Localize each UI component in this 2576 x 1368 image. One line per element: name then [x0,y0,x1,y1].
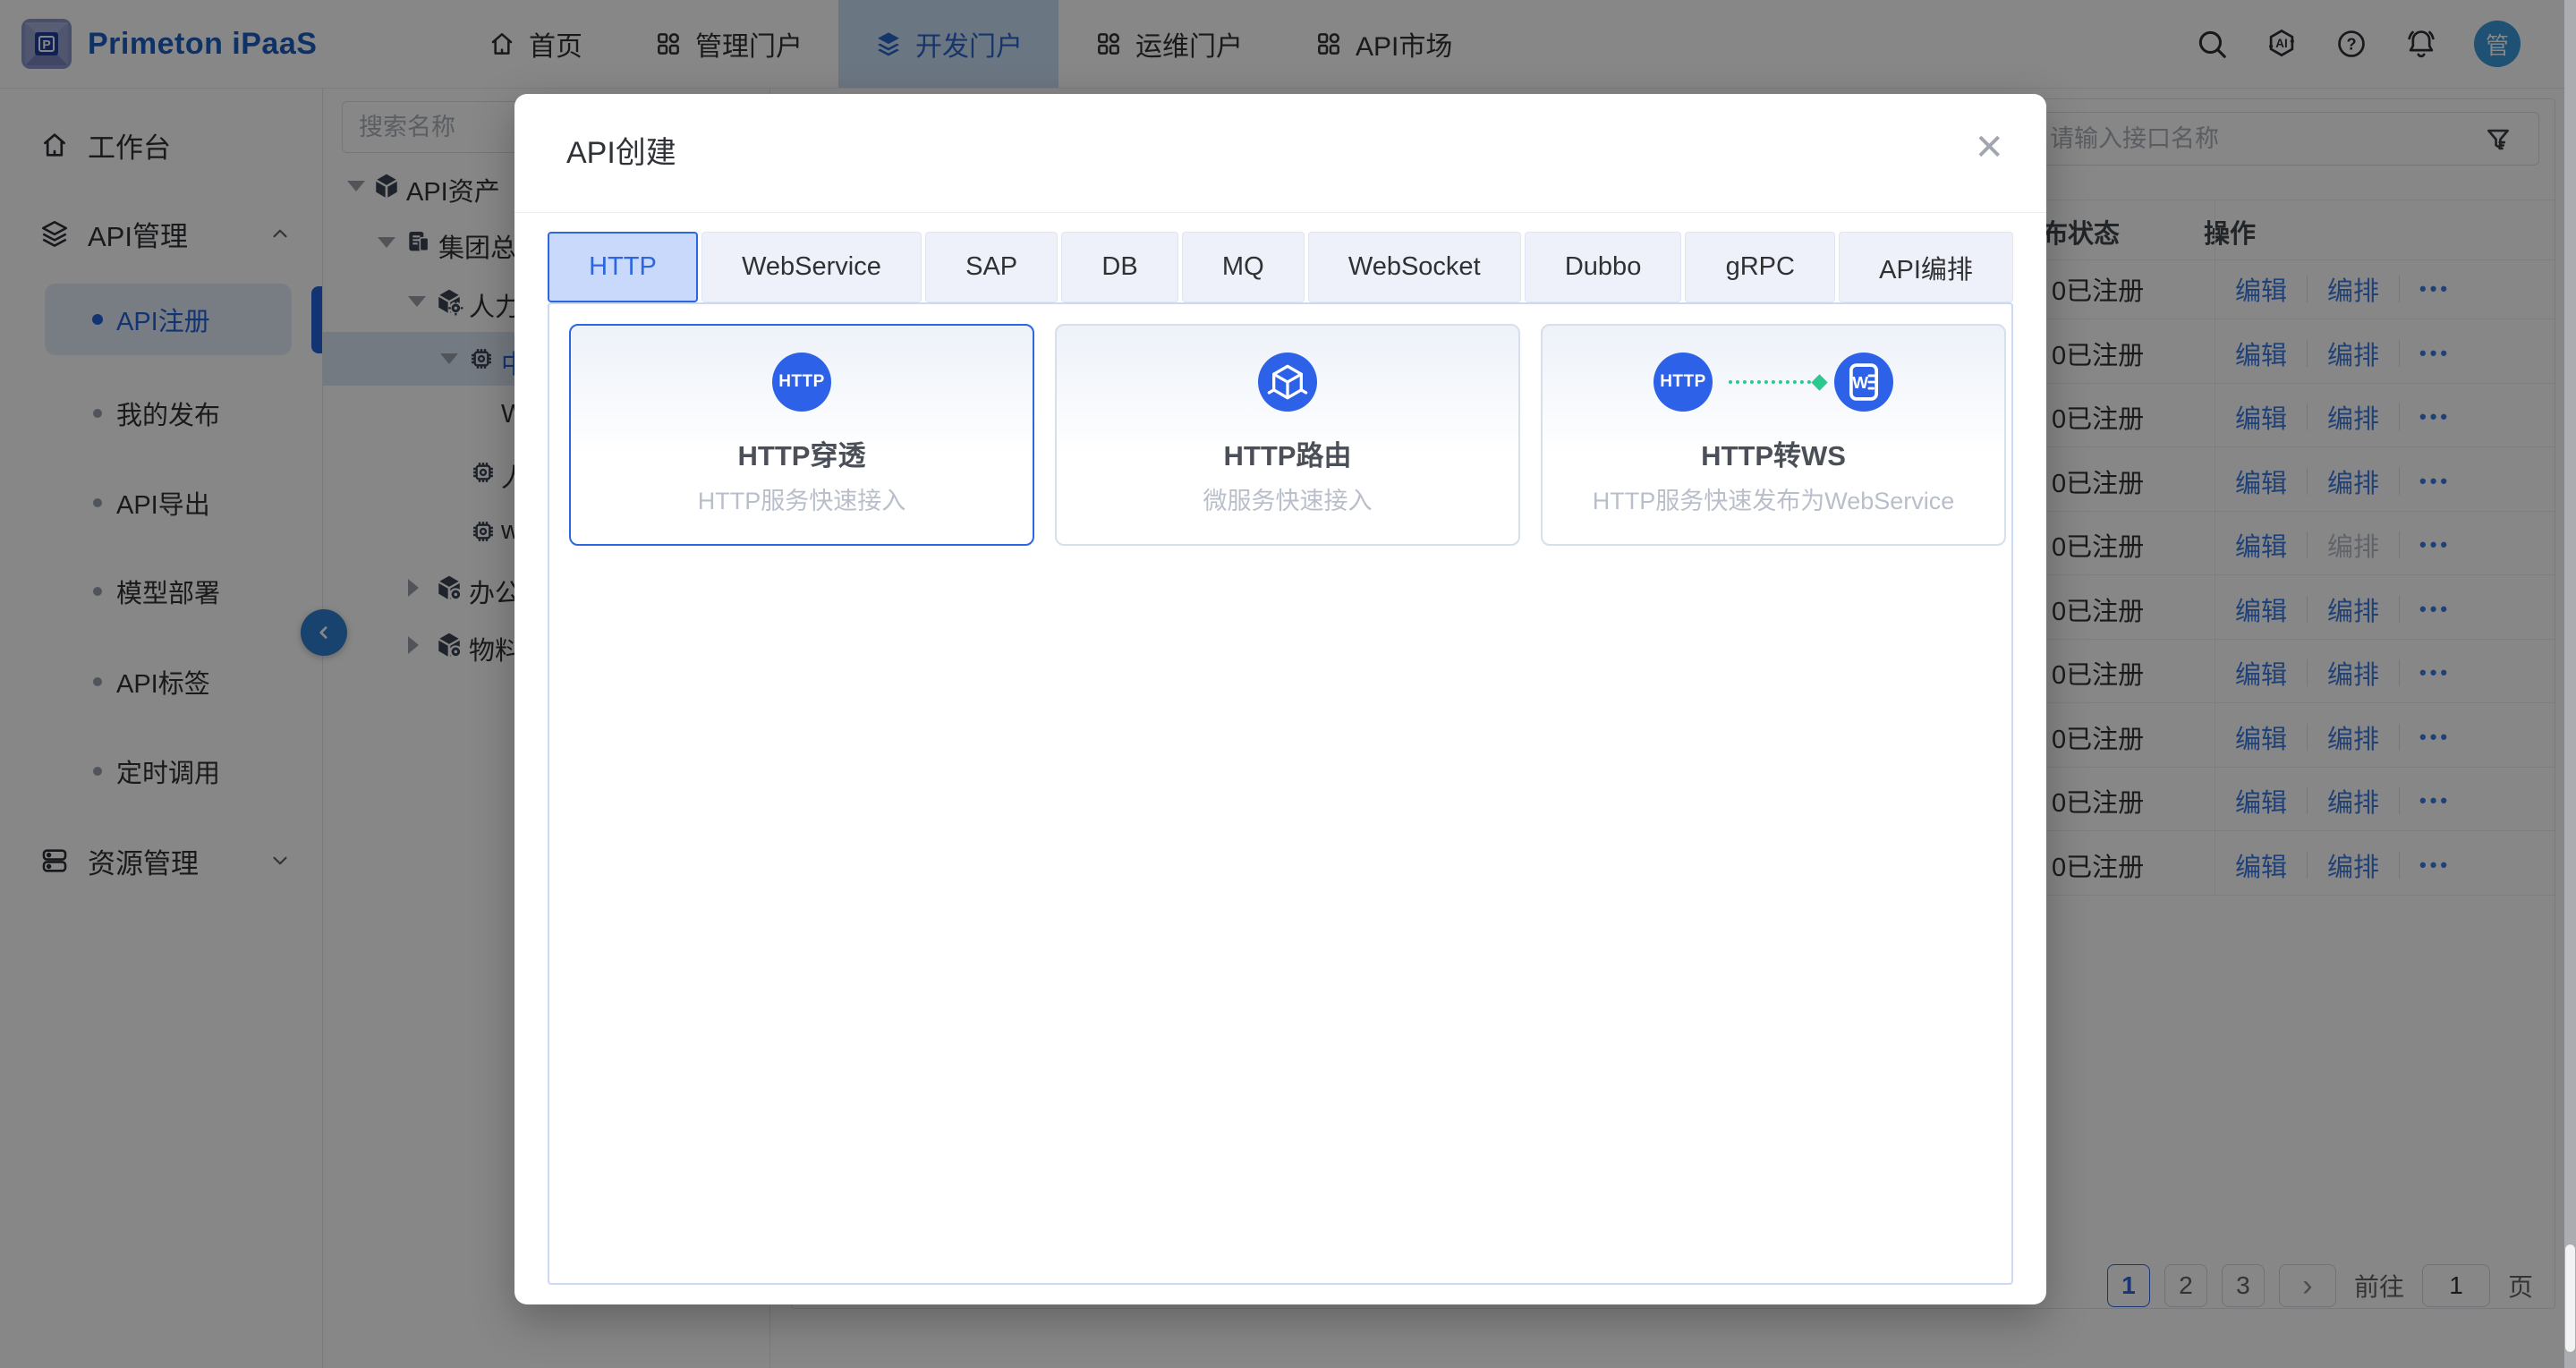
tab-websocket[interactable]: WebSocket [1308,232,1521,302]
cube-wireframe-icon [1258,353,1317,412]
dotted-arrow-icon [1729,380,1818,384]
webservice-doc-icon: W [1834,353,1893,412]
tab-webservice[interactable]: WebService [701,232,922,302]
tab-mq[interactable]: MQ [1182,232,1305,302]
http-badge-icon: HTTP [1654,353,1713,412]
card-subtitle: HTTP服务快速发布为WebService [1543,481,2004,516]
tab-sap[interactable]: SAP [925,232,1058,302]
modal-header: API创建 ✕ [514,94,2046,213]
page-scrollbar [2564,0,2576,1368]
tab-db[interactable]: DB [1061,232,1178,302]
scrollbar-thumb[interactable] [2565,1245,2575,1352]
card-title: HTTP转WS [1543,433,2004,473]
modal-tabs: HTTP WebService SAP DB MQ WebSocket Dubb… [548,232,2013,302]
tab-dubbo[interactable]: Dubbo [1525,232,1682,302]
card-title: HTTP穿透 [571,433,1033,473]
card-http-to-ws[interactable]: HTTP W HTTP转WS HTTP服务快速发布为WebService [1541,324,2006,546]
card-subtitle: 微服务快速接入 [1057,481,1518,516]
close-icon[interactable]: ✕ [1974,130,2004,166]
tab-api-orchestration[interactable]: API编排 [1839,232,2013,302]
app-root: P Primeton iPaaS 首页 管理门户 [0,0,2576,1368]
svg-text:W: W [1852,373,1868,392]
api-create-modal: API创建 ✕ HTTP WebService SAP DB MQ WebSoc… [514,94,2046,1304]
tab-grpc[interactable]: gRPC [1685,232,1835,302]
card-http-passthrough[interactable]: HTTP HTTP穿透 HTTP服务快速接入 [569,324,1034,546]
card-http-route[interactable]: HTTP路由 微服务快速接入 [1055,324,1520,546]
card-title: HTTP路由 [1057,433,1518,473]
modal-content-box: HTTP HTTP穿透 HTTP服务快速接入 HTTP路由 微服务 [548,302,2013,1285]
card-subtitle: HTTP服务快速接入 [571,481,1033,516]
http-badge-icon: HTTP [772,353,831,412]
modal-title: API创建 [566,94,676,212]
tab-http[interactable]: HTTP [548,232,698,302]
